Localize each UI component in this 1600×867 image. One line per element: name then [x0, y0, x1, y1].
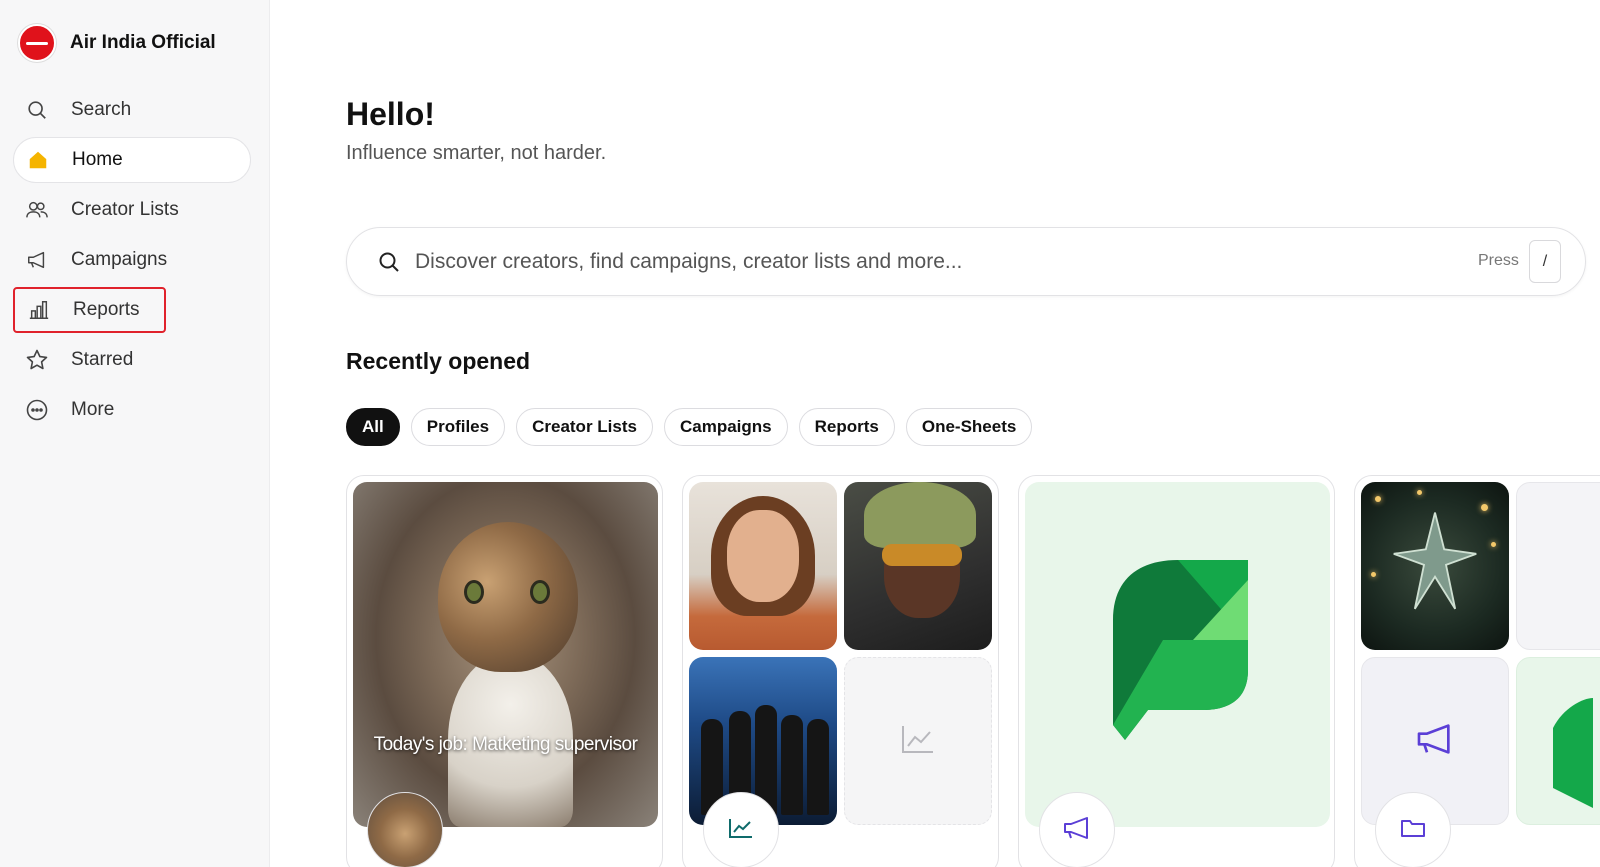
profile-cover-image: Today's job: Matketing supervisor — [353, 482, 658, 827]
section-title-recently-opened: Recently opened — [346, 348, 531, 374]
more-icon — [25, 398, 49, 422]
filter-chip-profiles[interactable]: Profiles — [410, 408, 506, 446]
page-title: Hello! — [346, 96, 435, 132]
global-search-bar[interactable]: Press / — [346, 227, 1586, 296]
shortcut-key: / — [1529, 240, 1561, 283]
list-type-badge — [1375, 792, 1451, 867]
search-icon — [377, 250, 401, 274]
recent-card-report[interactable] — [682, 475, 999, 867]
brand-leaf-logo — [1112, 559, 1248, 740]
sidebar-item-label: More — [71, 399, 115, 420]
brand-thumbnail — [1516, 657, 1600, 825]
air-india-logo — [18, 24, 56, 62]
star-ornament — [1393, 512, 1477, 610]
sidebar-item-reports[interactable]: Reports — [13, 287, 166, 333]
filter-chip-one-sheets[interactable]: One-Sheets — [905, 408, 1033, 446]
line-chart-icon — [728, 817, 754, 844]
sidebar-item-starred[interactable]: Starred — [13, 337, 251, 383]
sidebar-item-label: Home — [72, 149, 123, 170]
sidebar-item-label: Creator Lists — [71, 199, 179, 220]
search-icon — [25, 98, 49, 122]
empty-thumbnail — [1516, 482, 1600, 650]
users-icon — [25, 198, 49, 222]
image-caption: Today's job: Matketing supervisor — [373, 734, 638, 755]
empty-thumbnail — [844, 657, 992, 825]
megaphone-icon — [25, 248, 49, 272]
recent-card-profile[interactable]: Today's job: Matketing supervisor — [346, 475, 663, 867]
line-chart-icon — [901, 724, 935, 759]
campaign-type-badge — [1039, 792, 1115, 867]
sidebar-item-label: Reports — [73, 299, 140, 320]
bar-chart-icon — [27, 298, 51, 322]
filter-chips: All Profiles Creator Lists Campaigns Rep… — [346, 408, 1043, 446]
avatar — [367, 792, 443, 867]
campaign-cover-image — [1025, 482, 1330, 827]
report-type-badge — [703, 792, 779, 867]
sidebar-item-creator-lists[interactable]: Creator Lists — [13, 187, 251, 233]
filter-chip-campaigns[interactable]: Campaigns — [663, 408, 788, 446]
sidebar: Air India Official Search Home Creator L… — [0, 0, 270, 867]
brand[interactable]: Air India Official — [18, 24, 216, 62]
filter-chip-all[interactable]: All — [346, 408, 400, 446]
sidebar-item-label: Campaigns — [71, 249, 168, 270]
recent-card-campaign[interactable] — [1018, 475, 1335, 867]
creator-thumbnail — [689, 482, 837, 650]
filter-chip-reports[interactable]: Reports — [798, 408, 895, 446]
recent-card-creator-list[interactable] — [1354, 475, 1600, 867]
page-subtitle: Influence smarter, not harder. — [346, 142, 607, 164]
sidebar-item-home[interactable]: Home — [13, 137, 251, 183]
creator-thumbnail — [1361, 482, 1509, 650]
sidebar-item-label: Search — [71, 99, 132, 120]
sidebar-item-label: Starred — [71, 349, 134, 370]
creator-thumbnail — [844, 482, 992, 650]
star-icon — [25, 348, 49, 372]
sidebar-item-more[interactable]: More — [13, 387, 251, 433]
megaphone-icon — [1415, 723, 1455, 760]
folder-icon — [1400, 817, 1426, 844]
filter-chip-creator-lists[interactable]: Creator Lists — [516, 408, 653, 446]
home-icon — [26, 148, 50, 172]
search-input[interactable] — [415, 249, 1315, 274]
brand-name: Air India Official — [70, 32, 216, 53]
sidebar-item-campaigns[interactable]: Campaigns — [13, 237, 251, 283]
sidebar-nav: Search Home Creator Lists Campaigns Repo… — [13, 87, 251, 437]
shortcut-hint: Press — [1478, 252, 1519, 269]
megaphone-icon — [1062, 816, 1092, 845]
sidebar-item-search[interactable]: Search — [13, 87, 251, 133]
